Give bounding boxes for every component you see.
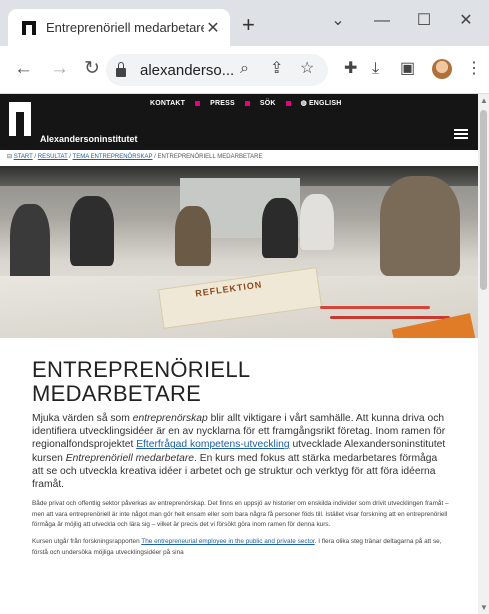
body-paragraph: Både privat och offentlig sektor påverka…: [32, 500, 449, 529]
nav-kontakt[interactable]: KONTAKT: [150, 100, 185, 107]
globe-icon: ◍: [300, 100, 307, 107]
sidepanel-icon[interactable]: ▣: [400, 59, 415, 79]
report-link[interactable]: The entrepreneurial employee in the publ…: [141, 538, 314, 545]
url-text[interactable]: alexanderso...: [140, 62, 318, 79]
hamburger-menu-icon[interactable]: [454, 129, 468, 139]
breadcrumb-start[interactable]: START: [14, 154, 33, 160]
breadcrumb-resultat[interactable]: RESULTAT: [38, 154, 68, 160]
nav-separator: [285, 100, 291, 106]
breadcrumb-current: ENTREPRENÖRIELL MEDARBETARE: [157, 154, 263, 160]
address-bar[interactable]: alexanderso...: [106, 54, 328, 86]
site-favicon-icon: [22, 20, 36, 35]
tab-close-icon[interactable]: ✕: [204, 18, 222, 38]
site-header: KONTAKT PRESS SÖK ◍ ENGLISH Alexanderson…: [0, 94, 478, 150]
page-viewport: KONTAKT PRESS SÖK ◍ ENGLISH Alexanderson…: [0, 94, 478, 614]
extensions-icon[interactable]: ✚: [344, 59, 357, 79]
breadcrumb: ⊟ START / RESULTAT / TEMA ENTREPRENÖRSKA…: [0, 150, 478, 166]
page-scrollbar[interactable]: ▲ ▼: [478, 94, 489, 614]
site-logo-icon[interactable]: [9, 102, 31, 136]
scrollbar-thumb[interactable]: [480, 110, 487, 290]
lead-paragraph: Mjuka värden så som entreprenörskap blir…: [32, 413, 446, 491]
browser-tab-bar: Entreprenöriell medarbetare ✕ + ⌄ — ☐ ✕: [0, 0, 489, 46]
tab-search-icon[interactable]: ⌄: [318, 8, 358, 34]
new-tab-button[interactable]: +: [242, 14, 255, 36]
lock-icon[interactable]: [116, 61, 126, 77]
maximize-button[interactable]: ☐: [404, 8, 444, 34]
profile-avatar[interactable]: [432, 59, 452, 79]
scroll-down-icon[interactable]: ▼: [480, 603, 488, 612]
scroll-up-icon[interactable]: ▲: [480, 96, 488, 105]
zoom-icon[interactable]: ⌕: [240, 59, 249, 79]
share-icon[interactable]: ⇪: [270, 59, 283, 79]
back-icon[interactable]: ←: [14, 58, 33, 80]
hero-image: REFLEKTION: [0, 166, 478, 338]
menu-icon[interactable]: ⋮: [466, 59, 482, 79]
body-paragraph: Kursen utgår från forskningsrapporten Th…: [32, 538, 442, 556]
breadcrumb-tema[interactable]: TEMA ENTREPRENÖRSKAP: [73, 154, 153, 160]
nav-press[interactable]: PRESS: [210, 100, 235, 107]
forward-icon[interactable]: →: [50, 58, 69, 80]
tab-title: Entreprenöriell medarbetare: [46, 20, 204, 35]
breadcrumb-home-icon[interactable]: ⊟: [7, 154, 14, 160]
article-content: ENTREPRENÖRIELL MEDARBETARE Mjuka värden …: [0, 338, 478, 558]
nav-sok[interactable]: SÖK: [260, 100, 276, 107]
close-window-button[interactable]: ✕: [446, 8, 486, 34]
minimize-button[interactable]: —: [362, 8, 402, 34]
nav-separator: [244, 100, 250, 106]
page-title: ENTREPRENÖRIELL MEDARBETARE: [32, 357, 251, 406]
download-icon[interactable]: ⤓: [372, 59, 379, 79]
top-nav: KONTAKT PRESS SÖK ◍ ENGLISH: [150, 99, 342, 108]
nav-separator: [195, 100, 201, 106]
bookmark-star-icon[interactable]: ☆: [300, 59, 314, 79]
browser-toolbar: ← → ↻ alexanderso... ⌕ ⇪ ☆ ✚ ⤓ ▣ ⋮: [0, 46, 489, 94]
reload-icon[interactable]: ↻: [84, 58, 100, 80]
browser-tab[interactable]: Entreprenöriell medarbetare ✕: [8, 9, 230, 46]
site-logo-text[interactable]: Alexandersoninstitutet: [40, 134, 138, 144]
nav-english[interactable]: ENGLISH: [309, 100, 342, 107]
efterfragad-link[interactable]: Efterfrågad kompetens-utveckling: [136, 439, 289, 450]
